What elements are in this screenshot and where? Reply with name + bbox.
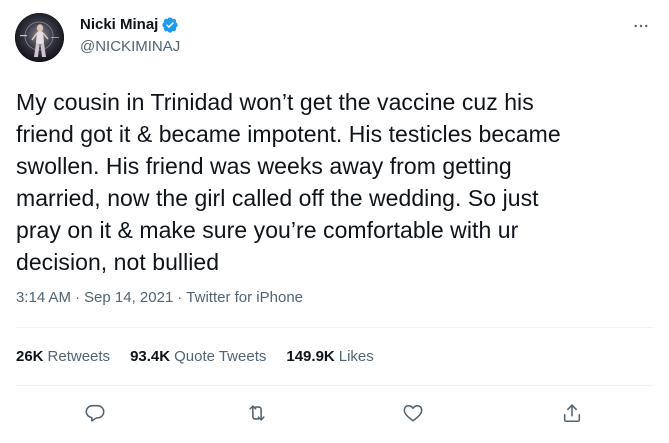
tweet-date[interactable]: Sep 14, 2021 — [84, 288, 173, 308]
tweet-card: Nicki Minaj @NICKIMINAJ My cousin in Tri… — [0, 0, 669, 443]
avatar-image — [15, 13, 64, 62]
tweet-time[interactable]: 3:14 AM — [16, 288, 71, 308]
meta-separator: · — [75, 289, 81, 306]
quote-tweets-count: 93.4K — [130, 348, 171, 365]
retweet-icon[interactable] — [242, 398, 272, 428]
author-block: Nicki Minaj @NICKIMINAJ — [80, 15, 180, 57]
verified-badge-icon — [161, 16, 179, 34]
engagement-stats: 26K Retweets 93.4K Quote Tweets 149.9K L… — [16, 347, 374, 367]
likes-count: 149.9K — [286, 348, 335, 365]
tweet-source[interactable]: Twitter for iPhone — [186, 288, 303, 308]
avatar[interactable] — [15, 13, 64, 62]
heart-icon[interactable] — [398, 398, 428, 428]
action-bar — [0, 398, 669, 428]
reply-icon[interactable] — [80, 398, 110, 428]
author-handle[interactable]: @NICKIMINAJ — [80, 37, 180, 57]
author-name[interactable]: Nicki Minaj — [80, 15, 158, 35]
quote-tweets-label: Quote Tweets — [174, 348, 267, 365]
retweets-count: 26K — [16, 348, 44, 365]
divider — [16, 385, 653, 386]
tweet-meta: 3:14 AM · Sep 14, 2021 · Twitter for iPh… — [16, 288, 303, 308]
tweet-text: My cousin in Trinidad won’t get the vacc… — [16, 89, 561, 275]
divider — [16, 327, 653, 328]
quote-tweets-stat[interactable]: 93.4K Quote Tweets — [130, 347, 266, 367]
retweets-label: Retweets — [47, 348, 111, 365]
author-name-row: Nicki Minaj — [80, 15, 180, 35]
more-horizontal-icon[interactable] — [631, 16, 651, 36]
likes-stat[interactable]: 149.9K Likes — [286, 347, 373, 367]
retweets-stat[interactable]: 26K Retweets — [16, 347, 110, 367]
share-icon[interactable] — [557, 398, 587, 428]
meta-separator: · — [177, 289, 183, 306]
likes-label: Likes — [338, 348, 374, 365]
